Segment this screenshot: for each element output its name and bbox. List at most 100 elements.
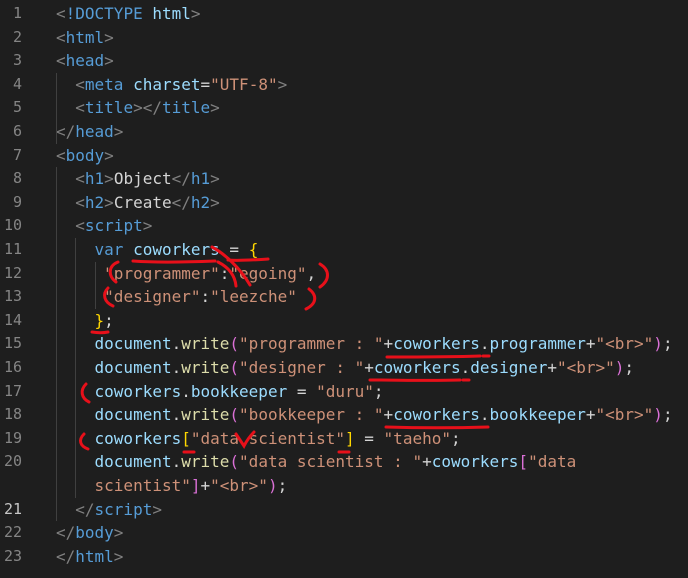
code-line[interactable]: 2 <html> [0, 26, 688, 50]
code-text: document.write("bookkeeper : "+coworkers… [56, 403, 673, 427]
code-text: "designer":"leezche" [56, 285, 297, 309]
line-number: 5 [12, 98, 22, 117]
line-number: 18 [3, 405, 22, 424]
line-number: 21 [3, 499, 22, 518]
code-token: ( [229, 452, 240, 472]
code-token: h2 [190, 192, 211, 212]
code-token: title [161, 98, 211, 118]
code-line[interactable]: scientist"]+"<br>"); [0, 474, 688, 498]
code-line[interactable]: 10 <script> [0, 214, 688, 238]
code-token: } [94, 310, 105, 330]
code-token: document [94, 452, 172, 472]
code-line[interactable]: 18 document.write("bookkeeper : "+cowork… [0, 403, 688, 427]
code-token: "<br>" [595, 405, 654, 425]
code-text: coworkers.bookkeeper = "duru"; [56, 380, 384, 404]
code-token: charset [133, 74, 201, 94]
code-line[interactable]: 16 document.write("designer : "+coworker… [0, 356, 688, 380]
code-token: ] [345, 428, 355, 448]
code-token: < [75, 74, 85, 94]
code-line[interactable]: 13 "designer":"leezche" [0, 285, 688, 309]
code-line[interactable]: 1 <!DOCTYPE html> [0, 2, 688, 26]
code-line[interactable]: 22 </body> [0, 521, 688, 545]
code-token: > [142, 216, 153, 236]
code-text: <meta charset="UTF-8"> [56, 73, 287, 97]
code-line[interactable]: 3 <head> [0, 49, 688, 73]
code-editor[interactable]: 1 <!DOCTYPE html> 2 <html> 3 <head> 4 <meta ch… [0, 0, 688, 578]
code-token: ( [229, 405, 240, 425]
code-token: > [113, 546, 124, 566]
indent-guide [56, 72, 57, 144]
code-text: document.write("programmer : "+coworkers… [56, 332, 673, 356]
code-line[interactable]: 4 <meta charset="UTF-8"> [0, 73, 688, 97]
code-line[interactable]: 12 "programmer":"egoing", [0, 262, 688, 286]
code-line[interactable]: 7 <body> [0, 144, 688, 168]
code-line[interactable]: 14 }; [0, 309, 688, 333]
code-line[interactable]: 23 </html> [0, 545, 688, 569]
code-line[interactable]: 5 <title></title> [0, 96, 688, 120]
code-token: > [190, 4, 201, 23]
code-token: body [65, 145, 105, 165]
code-token: script [94, 499, 153, 519]
line-number: 2 [12, 27, 22, 46]
indent-guide [94, 261, 96, 309]
code-line[interactable]: 9 <h2>Create</h2> [0, 191, 688, 215]
code-token: . [171, 452, 182, 472]
code-text: </script> [56, 498, 162, 522]
code-token: > [104, 145, 114, 165]
code-line[interactable]: 11 var coworkers = { [0, 238, 688, 262]
code-token: < [75, 169, 85, 189]
code-token: + [364, 358, 374, 377]
code-line[interactable]: 8 <h1>Object</h1> [0, 167, 688, 191]
code-text: coworkers["data scientist"] = "taeho"; [56, 427, 461, 451]
code-line[interactable]: 6 </head> [0, 120, 688, 144]
code-line[interactable]: 19 coworkers["data scientist"] = "taeho"… [0, 427, 688, 451]
line-number: 17 [3, 381, 22, 400]
code-token: !DOCTYPE [65, 4, 143, 23]
code-token: "data scientist" [190, 428, 345, 448]
code-text: }; [56, 309, 114, 333]
code-line[interactable]: 15 document.write("programmer : "+cowork… [0, 332, 688, 356]
code-token: ; [373, 381, 384, 401]
line-number: 20 [3, 452, 22, 471]
code-line[interactable]: 20 document.write("data scientist : "+co… [0, 450, 688, 474]
code-token: > [104, 51, 114, 71]
code-token: bookkeeper [190, 381, 288, 401]
code-line[interactable]: 17 coworkers.bookkeeper = "duru"; [0, 380, 688, 404]
code-line[interactable]: 21 </script> [0, 498, 688, 522]
code-token: "egoing" [229, 263, 307, 283]
line-number: 7 [12, 145, 22, 164]
line-number: 23 [3, 546, 22, 565]
line-number: 12 [3, 263, 22, 282]
code-token: + [585, 405, 596, 425]
code-token: ; [277, 476, 288, 495]
code-token: "<br>" [556, 358, 615, 377]
code-token: + [585, 334, 596, 354]
code-text: <html> [56, 26, 114, 50]
code-token: = [354, 428, 384, 448]
code-token: ; [662, 334, 673, 354]
code-token: ) [267, 476, 278, 495]
code-token: head [75, 122, 114, 141]
code-token: body [75, 523, 114, 543]
code-token: ] [190, 476, 201, 495]
code-token: : [200, 287, 211, 307]
code-token: [ [181, 428, 191, 448]
code-token: : [219, 263, 230, 283]
line-number: 16 [3, 358, 22, 376]
code-token: . [181, 381, 191, 401]
code-token: , [306, 263, 317, 283]
code-text: <!DOCTYPE html> [56, 2, 201, 26]
code-token: + [200, 476, 211, 495]
code-token: </ [75, 499, 95, 519]
code-text: </head> [56, 120, 123, 144]
line-number: 13 [3, 287, 22, 306]
line-number: 6 [12, 122, 22, 140]
code-token: > [104, 27, 114, 47]
code-token: + [383, 405, 394, 425]
code-token: html [75, 546, 114, 566]
code-token: "designer" [104, 287, 201, 307]
